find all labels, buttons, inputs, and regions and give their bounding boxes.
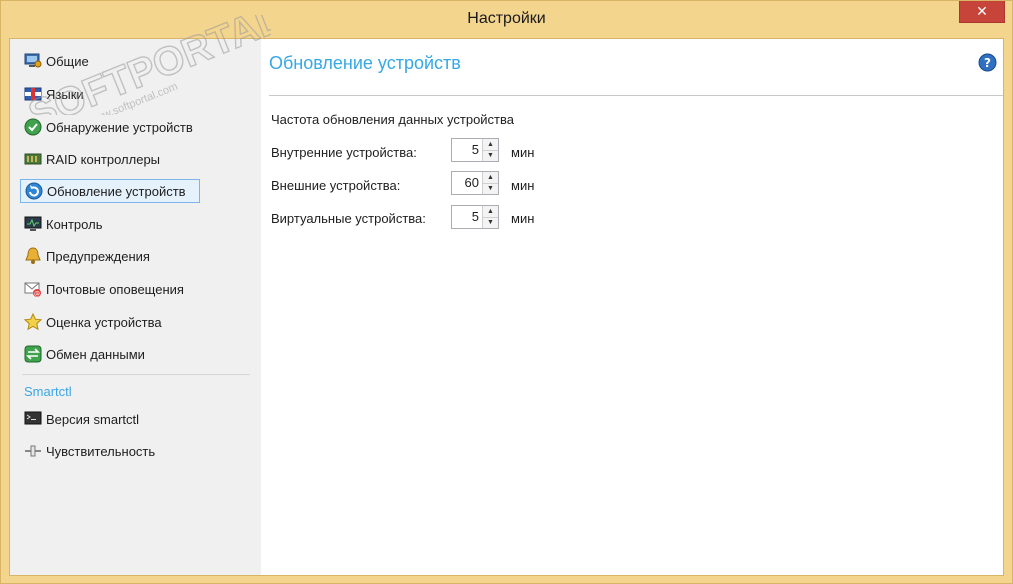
title-divider — [269, 95, 1003, 96]
monitor-chart-icon — [23, 215, 43, 233]
spinner-up-icon[interactable]: ▲ — [483, 139, 498, 151]
virtual-devices-label: Виртуальные устройства: — [271, 211, 426, 226]
svg-text:@: @ — [34, 291, 40, 298]
spinner-value[interactable]: 5 — [452, 139, 482, 161]
spinner-down-icon[interactable]: ▼ — [483, 150, 498, 161]
sidebar: Общие Языки Обнаружение устройств RAID к… — [10, 39, 261, 575]
slider-icon — [23, 442, 43, 460]
language-flag-icon — [23, 85, 43, 103]
refresh-icon — [24, 182, 44, 200]
close-button[interactable]: ✕ — [959, 1, 1005, 23]
client-area: Общие Языки Обнаружение устройств RAID к… — [9, 38, 1004, 576]
star-icon — [23, 313, 43, 331]
sidebar-item-email-alerts[interactable]: @ Почтовые оповещения — [20, 277, 200, 301]
sidebar-item-label: Версия smartctl — [46, 411, 140, 427]
sidebar-item-label: Чувствительность — [46, 443, 156, 459]
sidebar-item-raid[interactable]: RAID контроллеры — [20, 147, 200, 171]
spinner-value[interactable]: 60 — [452, 172, 482, 194]
sidebar-item-warnings[interactable]: Предупреждения — [20, 244, 200, 268]
sidebar-group-smartctl: Smartctl — [24, 384, 72, 399]
monitor-settings-icon — [23, 52, 43, 70]
content-panel: Обновление устройств ? Частота обновлени… — [261, 39, 1003, 575]
svg-text:?: ? — [984, 56, 991, 70]
sidebar-item-label: Языки — [46, 86, 84, 102]
sidebar-item-sensitivity[interactable]: Чувствительность — [20, 439, 200, 463]
sidebar-item-smartctl-version[interactable]: Версия smartctl — [20, 407, 200, 431]
data-exchange-icon — [23, 345, 43, 363]
unit-label: мин — [511, 211, 535, 226]
spinner-up-icon[interactable]: ▲ — [483, 206, 498, 218]
sidebar-item-languages[interactable]: Языки — [20, 82, 200, 106]
mail-icon: @ — [23, 280, 43, 298]
sidebar-item-data-exchange[interactable]: Обмен данными — [20, 342, 200, 366]
sidebar-item-label: RAID контроллеры — [46, 151, 161, 167]
sidebar-item-label: Обновление устройств — [47, 183, 186, 199]
sidebar-divider — [22, 374, 250, 375]
spinner-down-icon[interactable]: ▼ — [483, 183, 498, 194]
spinner-up-icon[interactable]: ▲ — [483, 172, 498, 184]
sidebar-item-general[interactable]: Общие — [20, 49, 200, 73]
sidebar-item-label: Почтовые оповещения — [46, 281, 184, 297]
internal-devices-label: Внутренние устройства: — [271, 145, 417, 160]
sidebar-item-label: Предупреждения — [46, 248, 150, 264]
sidebar-item-monitoring[interactable]: Контроль — [20, 212, 200, 236]
sidebar-item-label: Обнаружение устройств — [46, 119, 193, 135]
sidebar-item-label: Оценка устройства — [46, 314, 162, 330]
raid-controller-icon — [23, 150, 43, 168]
unit-label: мин — [511, 145, 535, 160]
virtual-devices-spinner[interactable]: 5 ▲ ▼ — [451, 205, 499, 229]
sidebar-item-device-update[interactable]: Обновление устройств — [20, 179, 200, 203]
page-title: Обновление устройств — [269, 53, 461, 73]
title-bar[interactable]: Настройки ✕ — [1, 1, 1012, 38]
sidebar-item-label: Контроль — [46, 216, 103, 232]
external-devices-spinner[interactable]: 60 ▲ ▼ — [451, 171, 499, 195]
unit-label: мин — [511, 178, 535, 193]
terminal-icon — [23, 410, 43, 428]
sidebar-item-device-rating[interactable]: Оценка устройства — [20, 310, 200, 334]
help-icon[interactable]: ? — [978, 53, 997, 72]
settings-window: Настройки ✕ Общие Языки Обнаружение устр… — [0, 0, 1013, 584]
section-label: Частота обновления данных устройства — [271, 112, 515, 127]
bell-icon — [23, 247, 43, 265]
sidebar-item-label: Общие — [46, 53, 89, 69]
window-title: Настройки — [467, 10, 546, 27]
sidebar-item-device-discovery[interactable]: Обнаружение устройств — [20, 115, 200, 139]
close-icon: ✕ — [976, 3, 988, 19]
sidebar-item-label: Обмен данными — [46, 346, 145, 362]
device-discovery-icon — [23, 118, 43, 136]
spinner-value[interactable]: 5 — [452, 206, 482, 228]
external-devices-label: Внешние устройства: — [271, 178, 401, 193]
internal-devices-spinner[interactable]: 5 ▲ ▼ — [451, 138, 499, 162]
spinner-down-icon[interactable]: ▼ — [483, 217, 498, 228]
